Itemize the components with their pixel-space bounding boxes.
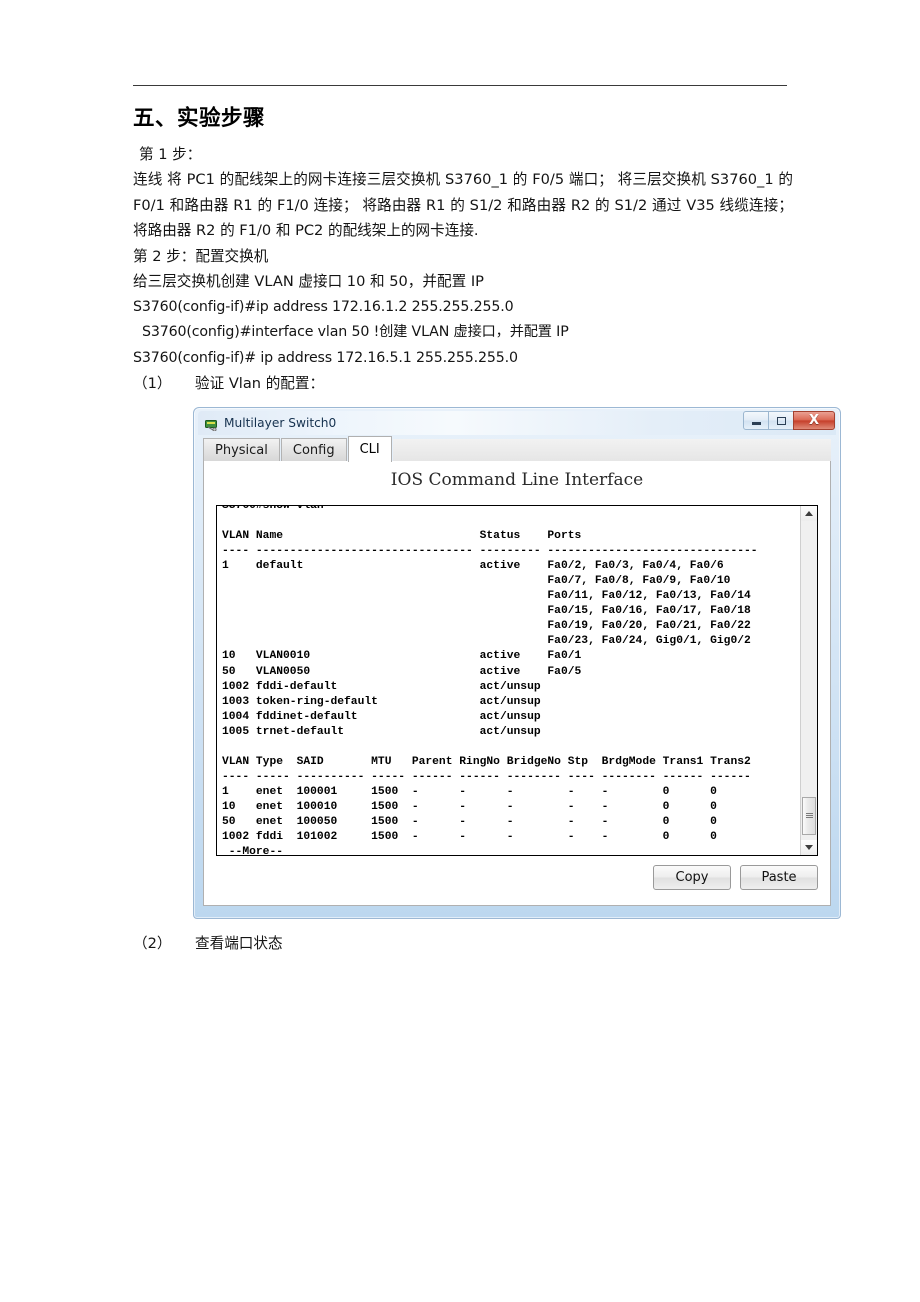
minimize-button[interactable] <box>743 411 769 430</box>
step1-body: 连线 将 PC1 的配线架上的网卡连接三层交换机 S3760_1 的 F0/5 … <box>133 171 798 240</box>
list-item-2-label: 查看端口状态 <box>195 935 283 952</box>
tab-config[interactable]: Config <box>280 438 347 462</box>
terminal-scrollbar[interactable] <box>800 506 817 855</box>
maximize-button[interactable] <box>768 411 794 430</box>
chevron-up-icon <box>805 511 813 516</box>
list-item-2: （2） 查看端口状态 <box>133 931 793 957</box>
cli-command-2: S3760(config)#interface vlan 50 !创建 VLAN… <box>142 324 569 341</box>
tab-bar-filler <box>392 439 831 462</box>
step1-label: 第 1 步： <box>139 145 202 163</box>
window-controls: X <box>743 410 835 431</box>
list-item-1: （1） 验证 Vlan 的配置： <box>133 371 793 397</box>
scroll-up-button[interactable] <box>801 506 817 521</box>
maximize-icon <box>776 416 786 425</box>
tab-bar: Physical Config CLI <box>203 436 831 462</box>
page-header-rule <box>133 85 787 86</box>
cli-action-buttons: Copy Paste <box>653 865 818 890</box>
grip-icon <box>806 813 813 819</box>
close-button[interactable]: X <box>793 411 835 430</box>
terminal-output-area[interactable]: S3760#show vlan VLAN Name Status Ports -… <box>217 506 800 855</box>
tab-cli[interactable]: CLI <box>347 436 392 462</box>
cli-command-1: S3760(config-if)#ip address 172.16.1.2 2… <box>133 298 514 315</box>
scrollbar-thumb[interactable] <box>802 797 816 835</box>
switch-icon <box>204 416 219 431</box>
cli-command-3: S3760(config-if)# ip address 172.16.5.1 … <box>133 349 518 366</box>
paste-button[interactable]: Paste <box>740 865 818 890</box>
window-title: Multilayer Switch0 <box>224 416 337 430</box>
panel-title: IOS Command Line Interface <box>390 470 644 490</box>
terminal-container[interactable]: S3760#show vlan VLAN Name Status Ports -… <box>216 505 818 856</box>
minimize-icon <box>751 422 761 425</box>
list-item-1-number: （1） <box>133 375 172 393</box>
step2-note: 给三层交换机创建 VLAN 虚接口 10 和 50，并配置 IP <box>133 273 484 291</box>
window-titlebar[interactable]: Multilayer Switch0 <box>198 411 836 435</box>
window-frame: Multilayer Switch0 X Physical Config CLI… <box>193 407 841 919</box>
tab-physical[interactable]: Physical <box>203 438 280 462</box>
multilayer-switch-window[interactable]: Multilayer Switch0 X Physical Config CLI… <box>193 407 841 919</box>
cli-panel: IOS Command Line Interface S3760#show vl… <box>203 461 831 906</box>
close-icon: X <box>808 413 820 428</box>
scroll-down-button[interactable] <box>801 840 817 855</box>
document-body: 五、实验步骤 第 1 步： 连线 将 PC1 的配线架上的网卡连接三层交换机 S… <box>133 106 793 397</box>
copy-button[interactable]: Copy <box>653 865 731 890</box>
list-item-2-number: （2） <box>133 935 172 952</box>
page-title: 五、实验步骤 <box>133 106 266 131</box>
chevron-down-icon <box>805 845 813 850</box>
step2-label: 第 2 步：配置交换机 <box>133 247 269 265</box>
list-item-1-label: 验证 Vlan 的配置： <box>195 375 325 393</box>
terminal-output: S3760#show vlan VLAN Name Status Ports -… <box>222 506 758 855</box>
